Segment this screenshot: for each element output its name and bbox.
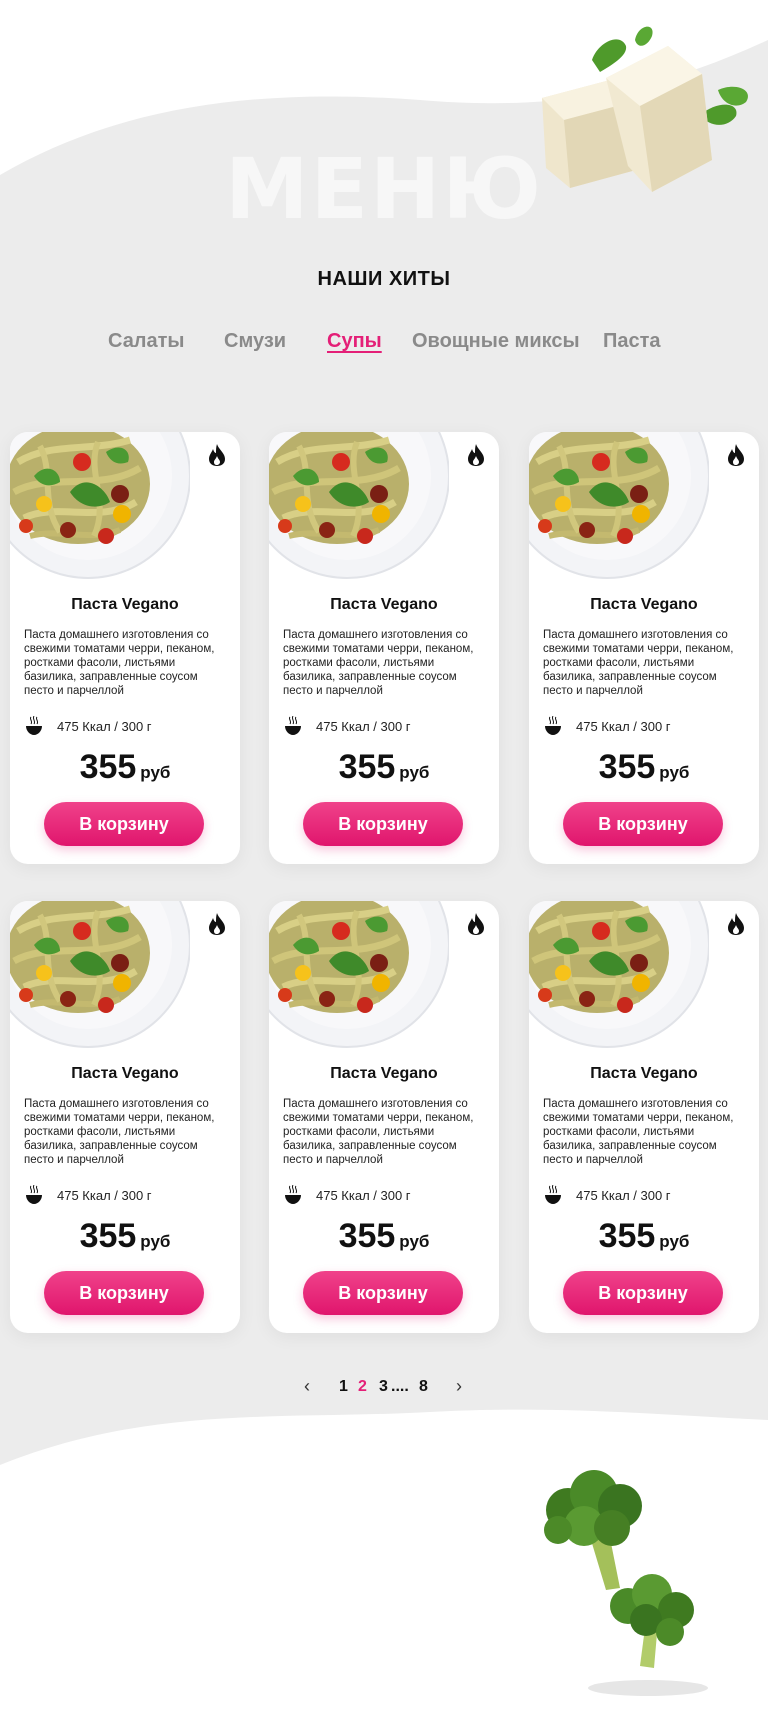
tab-pasta[interactable]: Паста [603,330,661,353]
product-nutrition: 475 Ккал / 300 г [57,1188,152,1203]
tab-salads[interactable]: Салаты [108,330,185,353]
category-tabs: Салаты Смузи Супы Овощные миксы Паста [0,330,768,360]
product-card: Паста Vegano Паста домашнего изготовлени… [10,432,240,864]
bowl-icon [544,716,562,736]
page-link[interactable]: 3 [379,1378,388,1396]
pasta-dish-image [269,901,449,1049]
section-title: НАШИ ХИТЫ [317,268,451,290]
pasta-dish-image [269,432,449,580]
tab-vegetable-mixes[interactable]: Овощные миксы [412,330,580,353]
product-description: Паста домашнего изготовления со свежими … [543,1098,734,1166]
product-price: 355 руб [529,748,759,787]
bowl-icon [284,716,302,736]
product-price: 355 руб [10,748,240,787]
price-value: 355 [79,748,137,786]
add-to-cart-button[interactable]: В корзину [563,1271,723,1315]
product-price: 355 руб [529,1217,759,1256]
price-value: 355 [598,1217,656,1255]
fire-icon [468,913,484,935]
tab-soups[interactable]: Супы [327,330,382,353]
fire-icon [468,444,484,466]
product-name: Паста Vegano [71,1065,179,1082]
price-currency: руб [140,1232,171,1251]
add-to-cart-button[interactable]: В корзину [563,802,723,846]
page-link[interactable]: 1 [339,1378,348,1396]
fire-icon [728,444,744,466]
product-description: Паста домашнего изготовления со свежими … [24,1098,215,1166]
price-currency: руб [399,1232,430,1251]
product-name: Паста Vegano [590,1065,698,1082]
page-link-current[interactable]: 2 [358,1378,367,1396]
product-card: Паста Vegano Паста домашнего изготовлени… [10,901,240,1333]
product-name: Паста Vegano [71,596,179,613]
fire-icon [728,913,744,935]
bowl-icon [284,1185,302,1205]
product-card: Паста Vegano Паста домашнего изготовлени… [269,901,499,1333]
add-to-cart-button[interactable]: В корзину [303,1271,463,1315]
fire-icon [209,444,225,466]
product-nutrition: 475 Ккал / 300 г [576,719,671,734]
price-value: 355 [79,1217,137,1255]
product-description: Паста домашнего изготовления со свежими … [24,629,215,697]
price-currency: руб [140,763,171,782]
pasta-dish-image [529,432,709,580]
bowl-icon [544,1185,562,1205]
product-nutrition: 475 Ккал / 300 г [316,1188,411,1203]
menu-watermark: МЕНЮ [225,140,543,238]
product-name: Паста Vegano [330,1065,438,1082]
product-description: Паста домашнего изготовления со свежими … [543,629,734,697]
price-currency: руб [399,763,430,782]
product-name: Паста Vegano [590,596,698,613]
chevron-right-icon[interactable]: › [456,1376,462,1397]
product-nutrition: 475 Ккал / 300 г [57,719,152,734]
price-value: 355 [338,1217,396,1255]
bowl-icon [25,1185,43,1205]
product-price: 355 руб [269,1217,499,1256]
pagination: ‹ 1 2 3 .... 8 › [0,1376,768,1402]
product-price: 355 руб [269,748,499,787]
product-card: Паста Vegano Паста домашнего изготовлени… [269,432,499,864]
tab-smoothies[interactable]: Смузи [224,330,286,353]
broccoli-image [544,1470,708,1696]
page-link[interactable]: 8 [419,1378,428,1396]
pasta-dish-image [10,901,190,1049]
product-nutrition: 475 Ккал / 300 г [316,719,411,734]
price-currency: руб [659,763,690,782]
pasta-dish-image [10,432,190,580]
chevron-left-icon[interactable]: ‹ [304,1376,310,1397]
product-card: Паста Vegano Паста домашнего изготовлени… [529,432,759,864]
add-to-cart-button[interactable]: В корзину [303,802,463,846]
pasta-dish-image [529,901,709,1049]
bowl-icon [25,716,43,736]
product-name: Паста Vegano [330,596,438,613]
product-card: Паста Vegano Паста домашнего изготовлени… [529,901,759,1333]
product-description: Паста домашнего изготовления со свежими … [283,629,474,697]
product-nutrition: 475 Ккал / 300 г [576,1188,671,1203]
product-price: 355 руб [10,1217,240,1256]
page-ellipsis: .... [391,1378,409,1395]
price-currency: руб [659,1232,690,1251]
add-to-cart-button[interactable]: В корзину [44,1271,204,1315]
add-to-cart-button[interactable]: В корзину [44,802,204,846]
product-description: Паста домашнего изготовления со свежими … [283,1098,474,1166]
price-value: 355 [598,748,656,786]
fire-icon [209,913,225,935]
price-value: 355 [338,748,396,786]
